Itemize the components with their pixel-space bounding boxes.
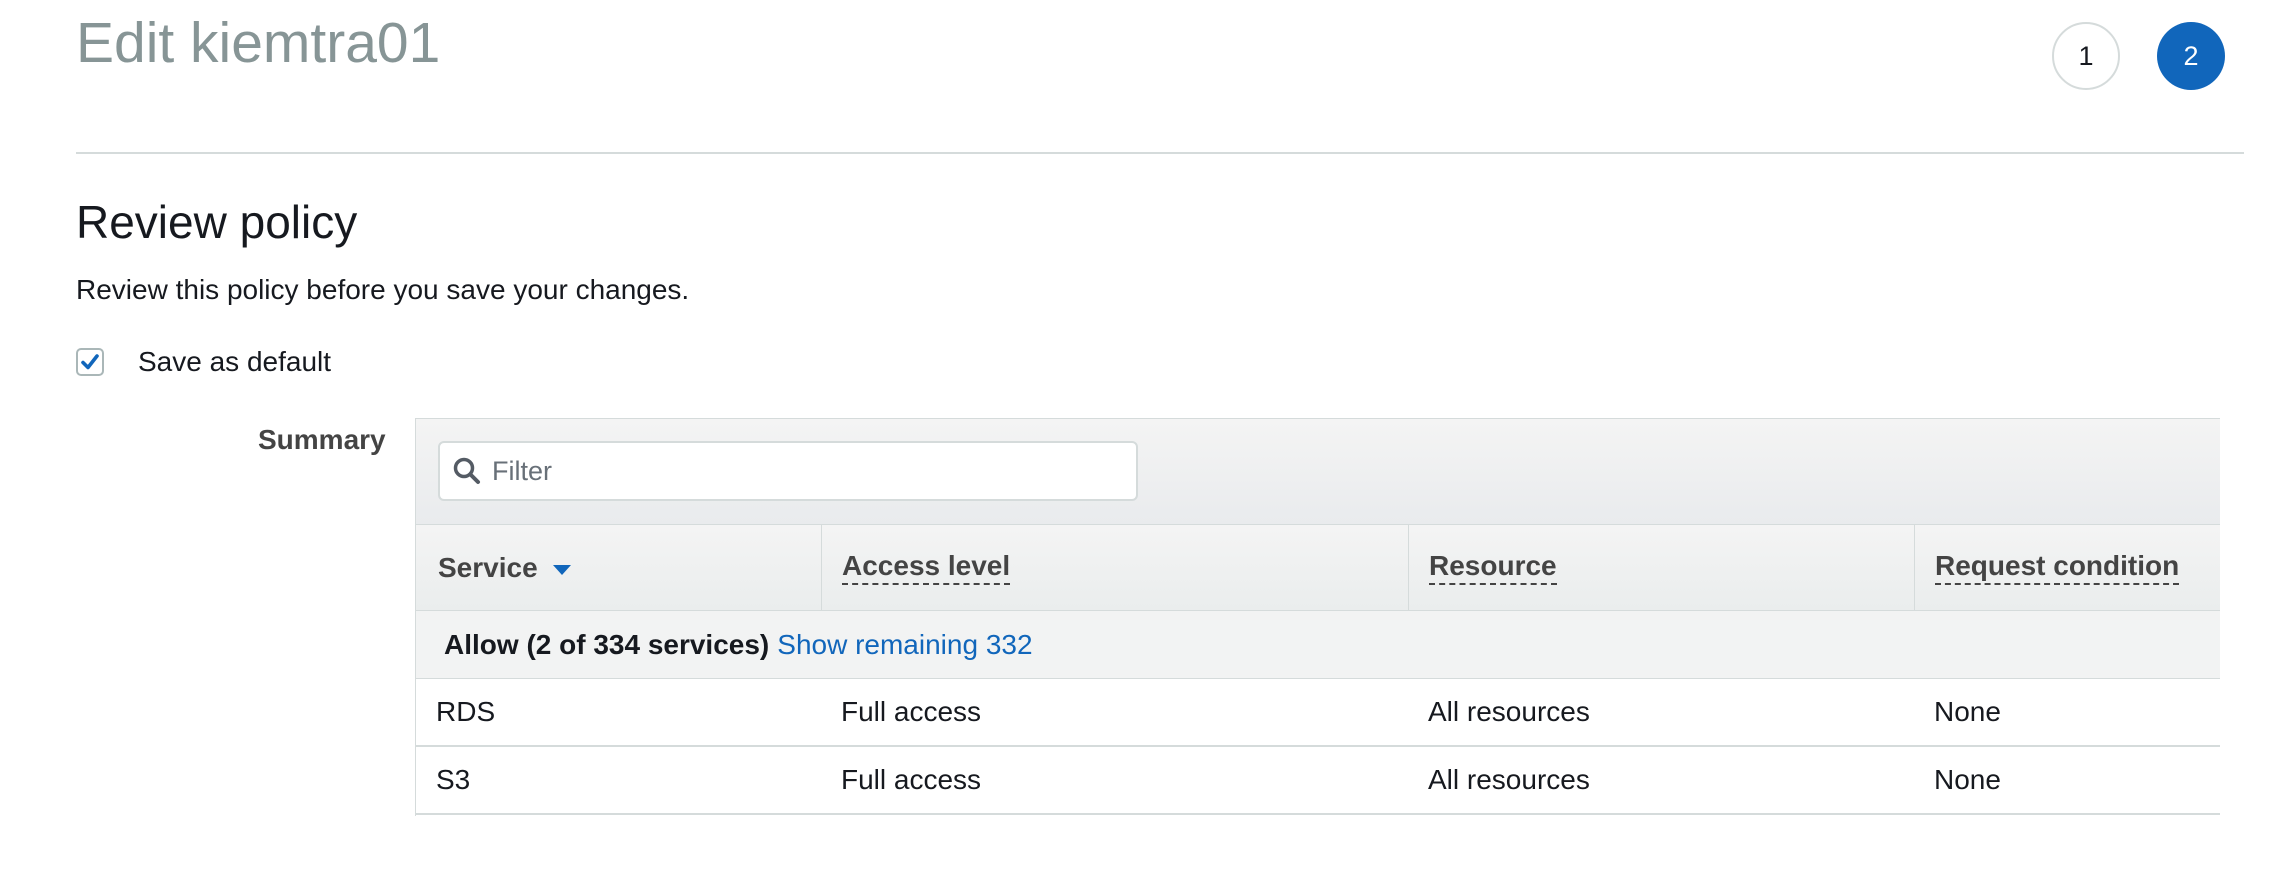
service-link-s3[interactable]: S3 — [436, 747, 470, 813]
filter-field[interactable] — [438, 441, 1138, 501]
allow-group-title: Allow (2 of 334 services) — [444, 628, 770, 660]
step-1-indicator[interactable]: 1 — [2052, 22, 2120, 90]
checkmark-icon — [81, 354, 99, 370]
table-header-row: Service Access level Resource Request co… — [416, 525, 2220, 611]
column-header-label: Request condition — [1935, 551, 2180, 585]
caret-down-icon[interactable] — [552, 564, 572, 576]
access-level-cell: Full access — [841, 764, 982, 795]
column-header-label: Access level — [842, 551, 1011, 585]
save-as-default-row[interactable]: Save as default — [76, 344, 331, 380]
column-header-request-condition[interactable]: Request condition — [1914, 525, 2221, 611]
header-divider — [76, 152, 2244, 154]
resource-cell: All resources — [1428, 764, 1590, 795]
request-condition-cell: None — [1934, 764, 2001, 795]
section-title: Review policy — [76, 196, 358, 248]
save-as-default-checkbox[interactable] — [76, 348, 104, 376]
save-as-default-label[interactable]: Save as default — [138, 344, 331, 380]
summary-label: Summary — [258, 424, 386, 455]
column-header-label: Resource — [1429, 551, 1557, 585]
request-condition-cell: None — [1934, 696, 2001, 727]
policy-summary-table: Service Access level Resource Request co… — [415, 418, 2220, 816]
section-description: Review this policy before you save your … — [76, 274, 690, 305]
service-link-rds[interactable]: RDS — [436, 679, 495, 745]
access-level-cell: Full access — [841, 696, 982, 727]
column-header-service[interactable]: Service — [416, 525, 821, 611]
search-icon — [453, 457, 480, 484]
step-2-indicator[interactable]: 2 — [2157, 22, 2225, 90]
allow-group-row: Allow (2 of 334 services) Show remaining… — [416, 611, 2220, 679]
filter-input[interactable] — [490, 454, 1136, 488]
column-header-access-level[interactable]: Access level — [821, 525, 1408, 611]
column-header-resource[interactable]: Resource — [1408, 525, 1914, 611]
table-row: S3 Full access All resources None — [416, 747, 2220, 815]
filter-bar — [416, 419, 2220, 525]
show-remaining-link[interactable]: Show remaining 332 — [777, 629, 1032, 661]
table-row: RDS Full access All resources None — [416, 679, 2220, 747]
page-title: Edit kiemtra01 — [76, 11, 441, 75]
resource-cell: All resources — [1428, 696, 1590, 727]
column-header-label: Service — [438, 552, 538, 583]
